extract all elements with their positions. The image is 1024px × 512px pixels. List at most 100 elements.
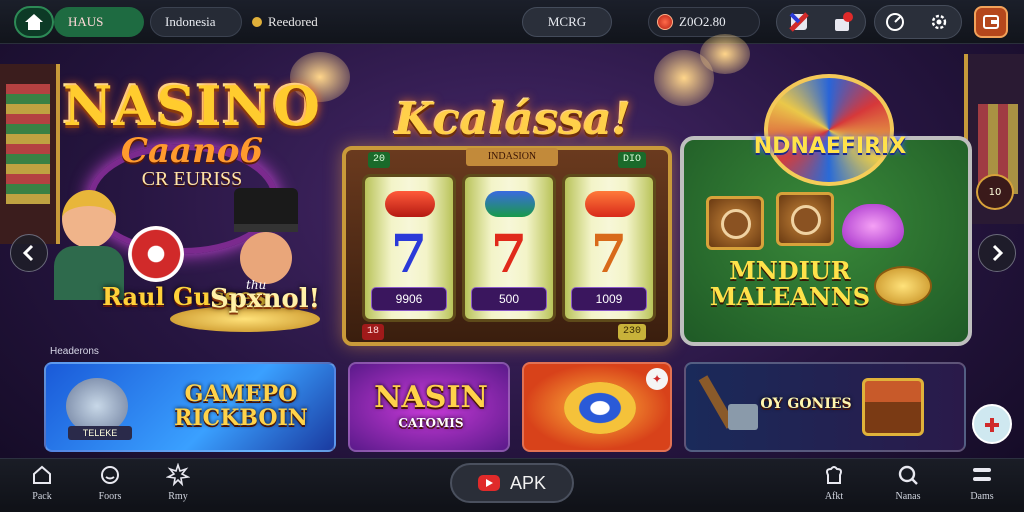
region-chip[interactable]: HAUS	[54, 7, 144, 37]
treasure-chest-icon	[862, 378, 924, 436]
gift-icon	[835, 12, 853, 31]
chevron-right-icon	[992, 244, 1004, 262]
game-tile[interactable]: NASIN CATOMIS	[348, 362, 510, 452]
floating-action-button[interactable]	[972, 404, 1012, 444]
flag-button[interactable]	[782, 6, 816, 38]
center-game-title: Kcalássa!	[394, 94, 632, 145]
slot-reel: 7 1009	[562, 174, 656, 322]
reel-symbol: 7	[490, 224, 528, 285]
reel-value: 1009	[571, 287, 647, 311]
nav-label: Nanas	[895, 491, 921, 502]
nav-label: Pack	[32, 491, 52, 502]
ball-icon	[485, 191, 535, 217]
gem-icon	[585, 191, 635, 217]
reel-value: 9906	[371, 287, 447, 311]
smile-icon	[101, 466, 119, 484]
slot-header: INDASION	[466, 148, 558, 166]
recorded-link[interactable]: Reedored	[252, 7, 342, 37]
gift-button[interactable]	[826, 6, 860, 38]
poker-chip-icon	[564, 382, 636, 434]
nav-label: Foors	[98, 491, 122, 502]
coin-icon	[874, 266, 932, 306]
top-bar: HAUS Indonesia Reedored MCRG Z0O2.80	[0, 0, 1024, 44]
slot-tag: DIO	[617, 152, 646, 168]
apk-label: APK	[509, 472, 547, 493]
nav-label: Dams	[970, 491, 994, 502]
hero-banner: NASINO Caano6 CR EURISS Raul Gusses thu …	[0, 34, 1024, 346]
helmet-icon	[842, 204, 904, 248]
right-character-label: Spxnol!	[210, 284, 320, 314]
flag-icon	[789, 12, 809, 32]
candy-icon	[385, 191, 435, 217]
nav-label: Afkt	[824, 491, 844, 502]
nav-item-pack[interactable]: Pack	[14, 463, 70, 509]
gauge-icon	[886, 13, 904, 31]
balance-display[interactable]: Z0O2.80	[648, 7, 760, 37]
coin-icon	[657, 14, 673, 30]
apk-download-button[interactable]: APK	[450, 463, 574, 503]
play-icon	[477, 475, 500, 491]
slot-machine[interactable]: INDASION 20 DIO 18 230 7 9906 7 500 7 10…	[342, 146, 672, 346]
slot-tag: 18	[362, 324, 385, 340]
home-icon	[33, 465, 51, 484]
logo-subtitle: Caano6	[120, 131, 264, 171]
promo-card-title: MNDIUR MALEANNS	[709, 256, 871, 311]
side-badge[interactable]: 10	[976, 174, 1014, 210]
search-button[interactable]: MCRG	[522, 7, 612, 37]
slot-tag: 20	[368, 152, 391, 168]
country-label: Indonesia	[165, 14, 216, 29]
game-tile-sublabel: CATOMIS	[398, 416, 464, 430]
promo-badge-title: NDNAEFIRIX	[753, 134, 907, 159]
nav-item-foors[interactable]: Foors	[82, 463, 138, 509]
game-tile[interactable]: TELEKE GAMEPO RICKBOIN	[44, 362, 336, 452]
carousel-next-button[interactable]	[978, 234, 1016, 272]
balance-value: Z0O2.80	[679, 14, 726, 29]
lion-icon	[776, 192, 834, 246]
settings-button[interactable]	[922, 6, 956, 38]
tag-icon: ✦	[646, 368, 668, 390]
chef-hat-icon	[826, 466, 842, 484]
nav-item-afkt[interactable]: Afkt	[806, 463, 862, 509]
search-icon	[898, 465, 918, 485]
puzzle-icon	[985, 418, 999, 432]
hammer-icon	[698, 374, 758, 436]
country-selector[interactable]: Indonesia	[150, 7, 242, 37]
side-badge-value: 10	[988, 186, 1002, 198]
gear-icon	[931, 14, 947, 30]
nav-item-nanas[interactable]: Nanas	[880, 463, 936, 509]
nav-label: Rmy	[168, 491, 188, 502]
lamp-glow	[700, 34, 750, 74]
slot-machine-left-decor	[0, 64, 60, 244]
slot-tag: 230	[617, 324, 646, 340]
game-tile-title: GAMEPO RICKBOIN	[174, 381, 308, 431]
speed-button[interactable]	[878, 6, 912, 38]
star-burst-icon	[166, 463, 190, 487]
bottom-nav: Pack Foors Rmy APK Afkt Nanas Dams	[0, 458, 1024, 512]
reel-symbol: 7	[390, 224, 428, 285]
game-tile-title: NASIN	[374, 380, 488, 415]
reel-value: 500	[471, 287, 547, 311]
casino-logo[interactable]: NASINO Caano6 CR EURISS	[52, 78, 332, 191]
menu-icon	[973, 468, 991, 481]
logo-title: NASINO	[63, 74, 321, 138]
game-tile-sublabel: TELEKE	[68, 426, 132, 440]
bear-icon	[706, 196, 764, 250]
search-label: MCRG	[547, 14, 587, 29]
region-chip-label: HAUS	[68, 14, 104, 29]
game-tile[interactable]: ✦	[522, 362, 672, 452]
wallet-icon	[983, 15, 999, 29]
nav-item-dams[interactable]: Dams	[954, 463, 1010, 509]
game-tile[interactable]: OY GONIES	[684, 362, 966, 452]
casino-chip-icon	[128, 226, 184, 282]
slot-reel: 7 9906	[362, 174, 456, 322]
carousel-prev-button[interactable]	[10, 234, 48, 272]
reel-symbol: 7	[590, 224, 628, 285]
nav-item-rmy[interactable]: Rmy	[150, 463, 206, 509]
home-icon	[25, 14, 43, 30]
status-dot-icon	[252, 17, 262, 27]
home-button[interactable]	[14, 6, 54, 38]
slot-reel: 7 500	[462, 174, 556, 322]
recorded-label: Reedored	[268, 14, 318, 29]
wallet-button[interactable]	[974, 6, 1008, 38]
game-tile-title: OY GONIES	[760, 396, 852, 412]
